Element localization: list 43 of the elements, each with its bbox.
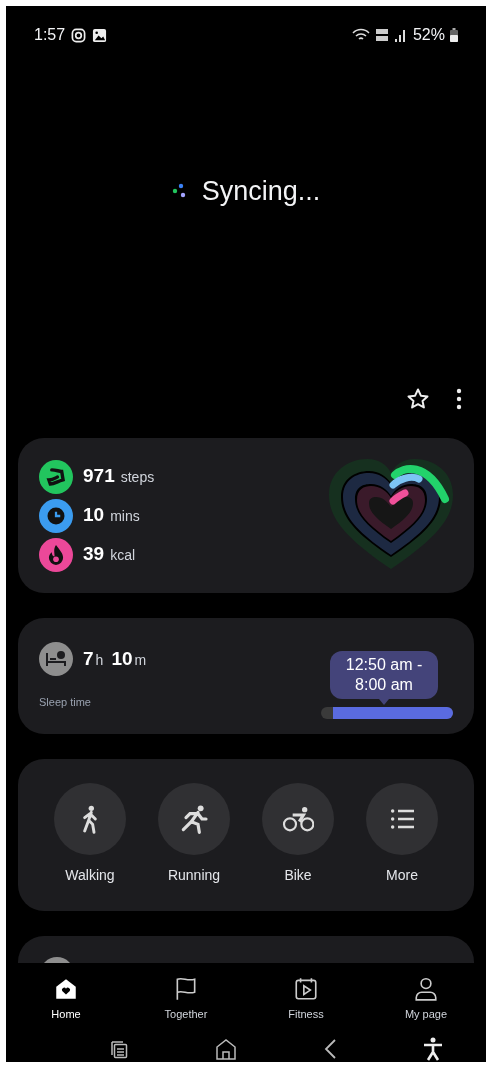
nav-tab[interactable]: Fitness [246, 975, 366, 1023]
signal-icon [393, 28, 408, 42]
metric-value: 39 [83, 542, 105, 567]
syncing-label: Syncing... [201, 174, 321, 208]
metric-unit: mins [110, 507, 140, 527]
battery-percent: 52% [412, 25, 445, 45]
gallery-icon [92, 27, 108, 43]
sync-dots-icon [171, 183, 188, 199]
camera-app-icon [71, 27, 87, 43]
nav-tab[interactable]: My page [366, 975, 486, 1023]
recent-apps-icon[interactable] [109, 1038, 129, 1059]
sleep-range-tooltip: 12:50 am - 8:00 am [330, 651, 438, 699]
add-favorite-button[interactable] [406, 387, 430, 411]
nav-tab[interactable]: Together [126, 975, 246, 1023]
bed-icon [39, 641, 73, 676]
hours-unit: h [95, 650, 104, 670]
sleep-card[interactable]: 7 h 10 m Sleep time 12:50 am - 8:00 am [18, 618, 474, 734]
minutes-unit: m [134, 650, 147, 670]
metric-value: 971 [83, 464, 115, 489]
calendar-play-icon [293, 975, 319, 1002]
tooltip-pointer-icon [379, 699, 389, 705]
sleep-hours: 7 [83, 646, 94, 671]
workout-label: Bike [284, 866, 312, 885]
accessibility-icon[interactable] [423, 1036, 443, 1061]
back-icon[interactable] [323, 1037, 337, 1060]
workout-label: Running [167, 866, 221, 885]
sleep-time-label: Sleep time [39, 694, 92, 710]
person-icon [413, 975, 439, 1002]
battery-icon [450, 28, 458, 42]
workout-label: Walking [65, 866, 115, 885]
activity-card[interactable]: 971 steps 10 mins 39 kcal [18, 438, 474, 593]
status-time: 1:57 [34, 25, 66, 45]
sleep-minutes: 10 [111, 646, 133, 671]
metric-value: 10 [83, 503, 105, 528]
more-options-button[interactable] [456, 388, 462, 410]
workout-label: More [386, 866, 418, 885]
metric-unit: steps [120, 468, 155, 488]
wifi-icon [351, 28, 370, 42]
metric-unit: kcal [110, 546, 136, 566]
nav-tab[interactable]: Home [6, 975, 126, 1023]
more-icon [456, 388, 462, 410]
home-icon[interactable] [215, 1037, 237, 1060]
star-icon [406, 387, 430, 411]
